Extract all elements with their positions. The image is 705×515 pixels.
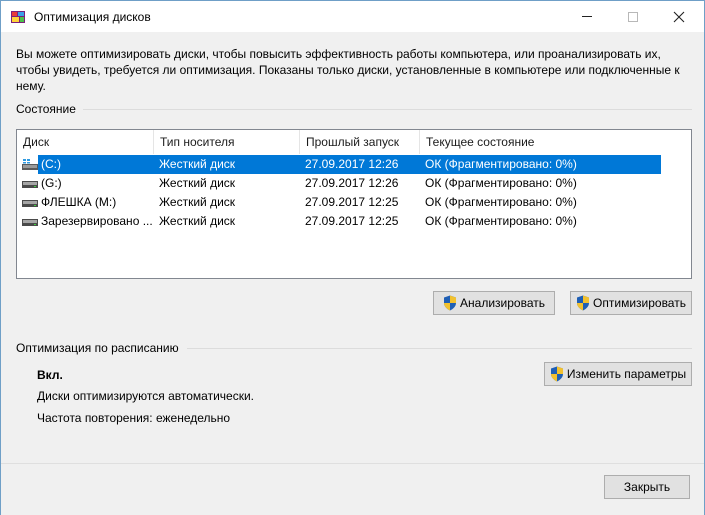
- close-window-button[interactable]: [656, 1, 702, 32]
- schedule-divider: [187, 348, 692, 349]
- column-header-media-type[interactable]: Тип носителя: [153, 130, 299, 154]
- drive-row-c[interactable]: (C:) Жесткий диск 27.09.2017 12:26 ОК (Ф…: [17, 155, 691, 174]
- drive-row-m[interactable]: ФЛЕШКА (M:) Жесткий диск 27.09.2017 12:2…: [17, 193, 691, 212]
- windows-drive-icon: [22, 159, 38, 170]
- optimize-label: Оптимизировать: [593, 296, 686, 310]
- maximize-button[interactable]: [610, 1, 656, 32]
- drive-icon: [22, 181, 38, 188]
- drive-state: ОК (Фрагментировано: 0%): [425, 195, 577, 209]
- drive-state: ОК (Фрагментировано: 0%): [425, 176, 577, 190]
- drive-icon: [22, 219, 38, 226]
- column-header-last-run[interactable]: Прошлый запуск: [299, 130, 419, 154]
- drive-last-run: 27.09.2017 12:26: [305, 176, 399, 190]
- uac-shield-icon: [444, 295, 457, 311]
- defrag-window: Оптимизация дисков Вы можете оптимизиров…: [0, 0, 705, 515]
- uac-shield-icon: [550, 366, 563, 382]
- drive-row-g[interactable]: (G:) Жесткий диск 27.09.2017 12:26 ОК (Ф…: [17, 174, 691, 193]
- drive-state: ОК (Фрагментировано: 0%): [425, 157, 577, 171]
- drives-list[interactable]: Диск Тип носителя Прошлый запуск Текущее…: [16, 129, 692, 279]
- drive-name: Зарезервировано ...: [41, 214, 153, 228]
- drive-last-run: 27.09.2017 12:25: [305, 195, 399, 209]
- drive-media-type: Жесткий диск: [159, 176, 236, 190]
- drive-last-run: 27.09.2017 12:26: [305, 157, 399, 171]
- change-settings-label: Изменить параметры: [566, 367, 687, 381]
- schedule-frequency: Частота повторения: еженедельно: [37, 411, 231, 425]
- schedule-section-title: Оптимизация по расписанию: [16, 341, 179, 355]
- close-icon: [673, 11, 685, 22]
- dialog-footer: [1, 463, 704, 515]
- title-bar[interactable]: Оптимизация дисков: [1, 1, 704, 32]
- close-button[interactable]: Закрыть: [604, 475, 690, 499]
- drive-last-run: 27.09.2017 12:25: [305, 214, 399, 228]
- drive-row-reserved[interactable]: Зарезервировано ... Жесткий диск 27.09.2…: [17, 212, 691, 231]
- schedule-description: Диски оптимизируются автоматически.: [37, 389, 255, 403]
- status-divider: [83, 109, 692, 110]
- minimize-button[interactable]: [564, 1, 610, 32]
- uac-shield-icon: [577, 295, 590, 311]
- maximize-icon: [628, 11, 638, 22]
- window-title: Оптимизация дисков: [34, 10, 151, 24]
- column-header-current-state[interactable]: Текущее состояние: [419, 130, 691, 154]
- change-settings-button[interactable]: Изменить параметры: [544, 362, 692, 386]
- drive-name: (C:): [41, 157, 61, 171]
- drive-state: ОК (Фрагментировано: 0%): [425, 214, 577, 228]
- drives-list-header: Диск Тип носителя Прошлый запуск Текущее…: [17, 130, 691, 154]
- defrag-app-icon: [11, 11, 25, 23]
- schedule-status: Вкл.: [37, 368, 63, 382]
- analyze-label: Анализировать: [460, 296, 545, 310]
- optimize-button[interactable]: Оптимизировать: [570, 291, 692, 315]
- drive-icon: [22, 200, 38, 207]
- drive-media-type: Жесткий диск: [159, 195, 236, 209]
- drive-name: (G:): [41, 176, 62, 190]
- minimize-icon: [582, 16, 592, 17]
- status-section-title: Состояние: [16, 102, 76, 116]
- drive-media-type: Жесткий диск: [159, 214, 236, 228]
- column-header-drive[interactable]: Диск: [17, 130, 153, 154]
- analyze-button[interactable]: Анализировать: [433, 291, 555, 315]
- intro-text: Вы можете оптимизировать диски, чтобы по…: [16, 47, 680, 93]
- drive-name: ФЛЕШКА (M:): [41, 195, 117, 209]
- drive-media-type: Жесткий диск: [159, 157, 236, 171]
